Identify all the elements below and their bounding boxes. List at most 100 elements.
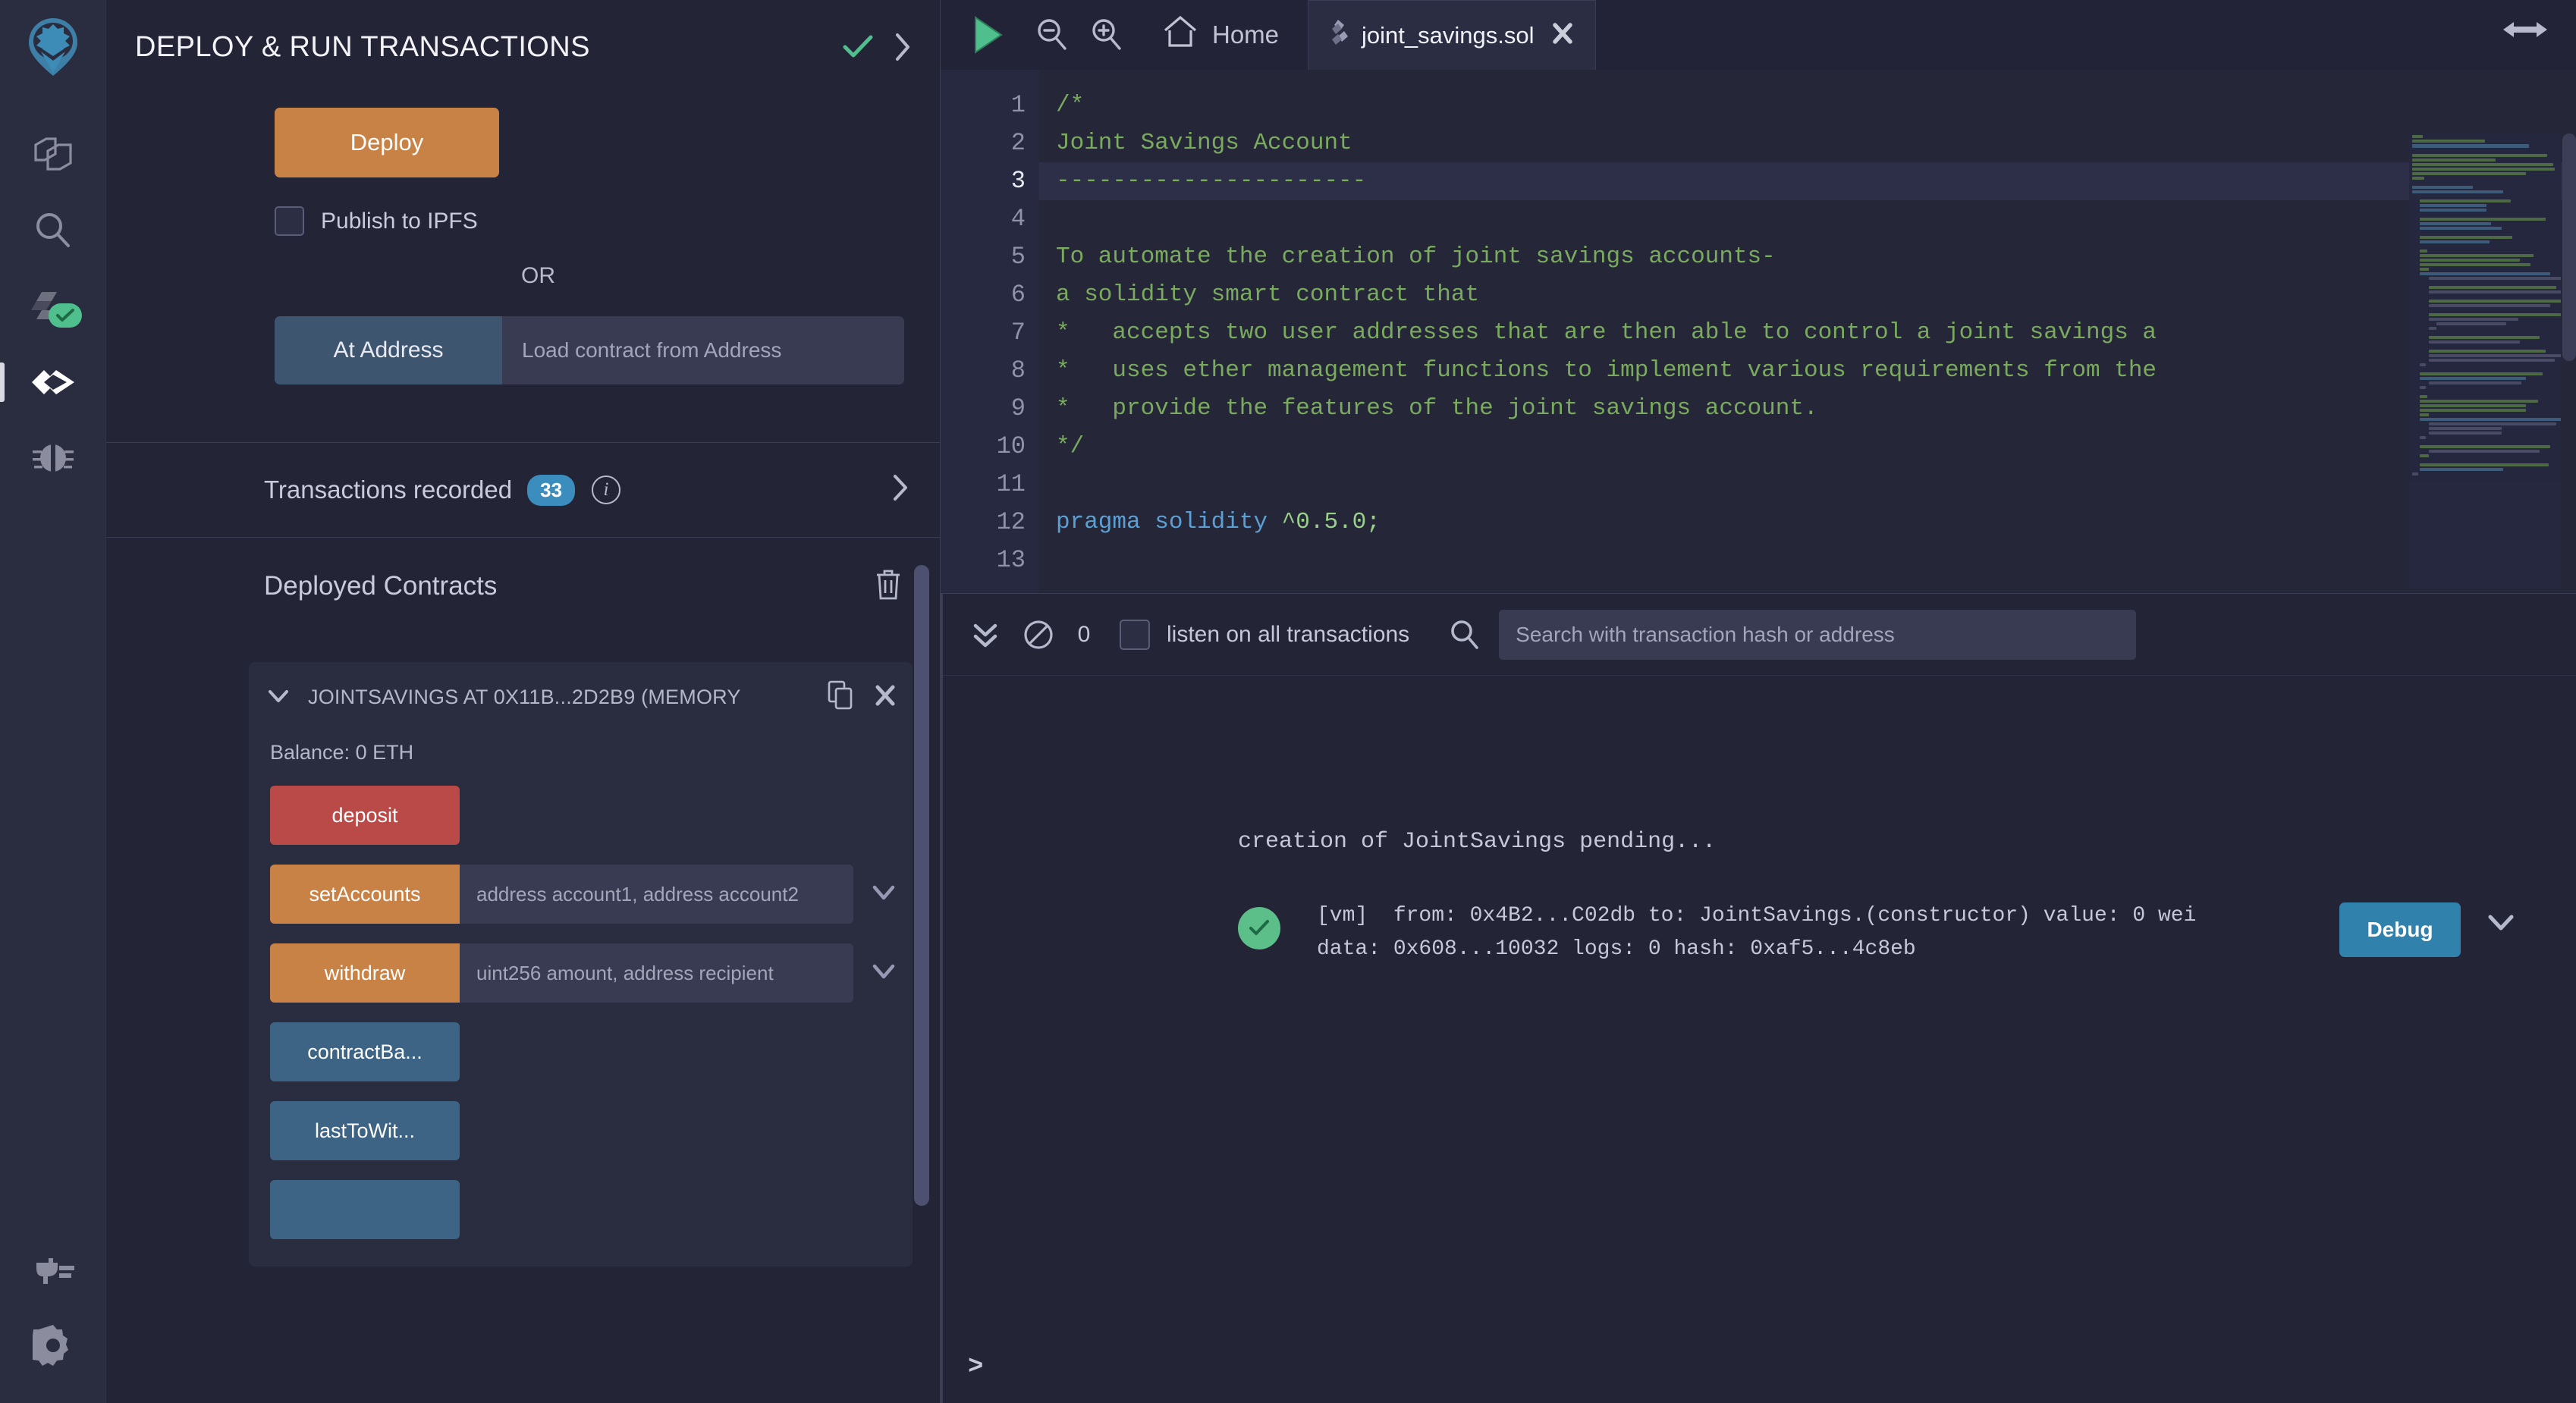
ban-icon[interactable] [1012,619,1065,651]
transactions-recorded-row[interactable]: Transactions recorded 33 i [106,443,940,537]
terminal-output: creation of JointSavings pending... [vm]… [941,676,2576,1403]
terminal-prompt[interactable]: > [968,1353,983,1382]
deployed-contract-card: JOINTSAVINGS AT 0X11B...2D2B9 (MEMORY Ba… [249,662,913,1266]
transaction-line-1: [vm] from: 0x4B2...C02db to: JointSaving… [1317,899,2339,933]
sidebar-item-search[interactable] [17,193,90,268]
chevron-right-icon[interactable] [893,32,913,62]
function-input-setaccounts[interactable] [460,865,853,924]
code-line [1039,200,2576,238]
tab-joint-savings-sol[interactable]: joint_savings.sol [1308,0,1595,70]
copy-icon[interactable] [828,680,853,714]
publish-ipfs-checkbox[interactable] [275,206,304,236]
function-button-setaccounts[interactable]: setAccounts [270,865,460,924]
chevron-down-icon[interactable] [2486,910,2515,940]
code-line: * uses ether management functions to imp… [1039,352,2576,390]
chevron-down-icon[interactable] [267,684,290,710]
tab-label: joint_savings.sol [1362,22,1534,49]
check-icon[interactable] [843,34,873,60]
publish-to-ipfs-row[interactable]: Publish to IPFS [275,206,940,236]
listen-all-transactions-checkbox[interactable] [1120,620,1150,650]
deploy-run-icon [30,363,76,402]
side-panel-header: DEPLOY & RUN TRANSACTIONS [106,0,940,73]
publish-ipfs-label: Publish to IPFS [321,209,478,234]
code-editor[interactable]: 1 2 3 4 5 6 7 8 9 10 11 12 13 /* Joint S… [941,70,2576,593]
editor-scrollbar[interactable] [2562,133,2576,361]
contract-function-row: setAccounts [270,865,896,924]
home-tab-label: Home [1212,20,1279,49]
editor-minimap[interactable] [2409,133,2561,589]
code-keyword: pragma solidity [1056,509,1268,535]
code-line: a solidity smart contract that [1039,276,2576,314]
code-line-current: ---------------------- [1039,162,2576,200]
contract-function-row: withdraw [270,943,896,1003]
function-button-deposit[interactable]: deposit [270,786,460,845]
terminal-search-input[interactable] [1499,610,2136,660]
gear-icon [33,1325,74,1366]
deploy-button[interactable]: Deploy [275,108,499,177]
close-icon[interactable] [875,684,896,711]
left-icon-bar [0,0,106,1403]
function-button-withdraw[interactable]: withdraw [270,943,460,1003]
at-address-input[interactable] [502,316,904,384]
transaction-line-2: data: 0x608...10032 logs: 0 hash: 0xaf5.… [1317,933,2339,966]
sidebar-item-debugger[interactable] [17,420,90,496]
function-button-lasttowithdraw[interactable]: lastToWit... [270,1101,460,1160]
line-number: 4 [941,200,1039,238]
contract-functions-list: deposit setAccounts withdraw [249,764,913,1239]
plugin-manager-icon [32,1251,74,1288]
compile-success-badge [49,303,82,328]
line-number: 2 [941,124,1039,162]
search-icon [33,210,74,251]
contract-name-label: JOINTSAVINGS AT 0X11B...2D2B9 (MEMORY [308,686,814,709]
deploy-block: Deploy Publish to IPFS OR At Address [106,73,940,384]
function-button-contractbalance[interactable]: contractBa... [270,1022,460,1081]
code-line: Joint Savings Account [1039,124,2576,162]
terminal-toolbar: 0 listen on all transactions [941,594,2576,676]
code-line [1039,541,2576,579]
chevron-right-icon[interactable] [891,473,909,507]
editor-tab-bar: Home joint_savings.sol [941,0,2576,70]
contract-balance-label: Balance: 0 ETH [249,732,913,764]
home-tab[interactable]: Home [1148,15,1279,55]
contract-card-header[interactable]: JOINTSAVINGS AT 0X11B...2D2B9 (MEMORY [249,662,913,732]
code-content[interactable]: /* Joint Savings Account ---------------… [1039,70,2576,593]
line-number: 9 [941,390,1039,428]
sidebar-item-deploy-run[interactable] [17,344,90,420]
horizontal-resize-icon[interactable] [2503,17,2547,46]
trash-icon[interactable] [875,569,902,604]
search-icon [1449,619,1479,651]
function-input-withdraw[interactable] [460,943,853,1003]
close-icon[interactable] [1551,21,1574,49]
sidebar-item-settings[interactable] [17,1307,90,1383]
sidebar-item-solidity-compiler[interactable] [17,268,90,344]
info-icon[interactable]: i [592,476,620,504]
at-address-button[interactable]: At Address [275,316,502,384]
contract-function-row: lastToWit... [270,1101,896,1160]
chevrons-down-icon[interactable] [959,618,1012,651]
line-number: 12 [941,504,1039,541]
page-title: DEPLOY & RUN TRANSACTIONS [135,31,832,64]
deploy-run-side-panel: DEPLOY & RUN TRANSACTIONS Deploy Publish… [106,0,941,1403]
function-button-extra[interactable] [270,1180,460,1239]
zoom-out-icon[interactable] [1035,17,1068,52]
terminal-transaction-entry[interactable]: [vm] from: 0x4B2...C02db to: JointSaving… [1238,899,2515,966]
zoom-in-icon[interactable] [1089,17,1123,52]
chevron-down-icon[interactable] [872,881,896,907]
sidebar-item-file-explorer[interactable] [17,117,90,193]
sidebar-item-plugin-manager[interactable] [17,1232,90,1307]
debug-button[interactable]: Debug [2339,902,2461,957]
play-icon[interactable] [971,15,1004,55]
line-number: 6 [941,276,1039,314]
file-explorer-icon [33,134,74,175]
code-line: */ [1039,428,2576,466]
check-circle-icon [1238,907,1280,949]
line-number: 8 [941,352,1039,390]
line-number: 5 [941,238,1039,276]
side-panel-scrollbar[interactable] [914,565,929,1206]
home-icon [1162,15,1198,55]
chevron-down-icon[interactable] [872,960,896,986]
listen-all-transactions-label: listen on all transactions [1167,622,1409,648]
contract-function-row: contractBa... [270,1022,896,1081]
line-number: 13 [941,541,1039,579]
main-area: Home joint_savings.sol [941,0,2576,1403]
